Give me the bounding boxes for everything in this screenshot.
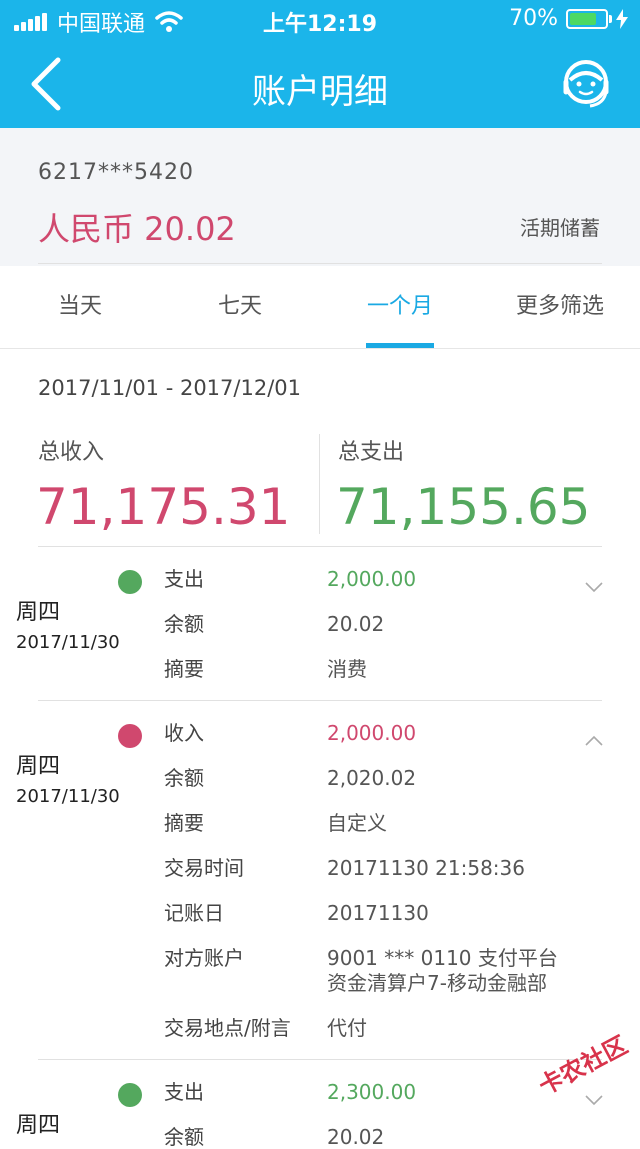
expense-dot-icon: [118, 1083, 142, 1107]
customer-service-icon[interactable]: [558, 56, 614, 112]
app-header: 中国联通 上午12:19 70% 账户明细: [0, 0, 640, 128]
chevron-down-icon[interactable]: [584, 1093, 604, 1107]
total-expense-value: 71,155.65: [336, 478, 591, 536]
chevron-up-icon[interactable]: [584, 734, 604, 748]
tab-seven-days[interactable]: 七天: [160, 266, 320, 348]
period-tabs: 当天 七天 一个月 更多筛选: [0, 266, 640, 349]
total-expense-label: 总支出: [338, 440, 405, 465]
divider: [319, 434, 320, 534]
total-income-label: 总收入: [38, 440, 105, 465]
chevron-down-icon[interactable]: [584, 580, 604, 594]
divider: [38, 1059, 602, 1060]
date-range: 2017/11/01 - 2017/12/01: [38, 376, 302, 400]
expense-dot-icon: [118, 570, 142, 594]
transaction-weekday: 周四: [16, 600, 61, 625]
page-title: 账户明细: [252, 72, 388, 112]
total-income-value: 71,175.31: [36, 478, 291, 536]
tab-today[interactable]: 当天: [0, 266, 160, 348]
account-type: 活期储蓄: [520, 216, 600, 240]
divider: [38, 546, 602, 547]
battery-percent: 70%: [509, 6, 558, 31]
active-tab-indicator: [366, 343, 434, 348]
battery-group: 70%: [509, 6, 628, 31]
tab-one-month[interactable]: 一个月: [320, 266, 480, 348]
status-bar: 中国联通 上午12:19 70%: [0, 0, 640, 40]
tab-more-filters[interactable]: 更多筛选: [480, 266, 640, 348]
battery-icon: [566, 8, 608, 29]
divider: [38, 700, 602, 701]
income-dot-icon: [118, 724, 142, 748]
divider: [38, 263, 602, 264]
transaction-date: 2017/11/30: [16, 786, 120, 807]
account-balance: 人民币 20.02: [38, 210, 236, 248]
charging-icon: [616, 8, 628, 29]
account-number: 6217***5420: [38, 160, 194, 185]
transaction-date: 2017/11/30: [16, 632, 120, 653]
transaction-weekday: 周四: [16, 1113, 61, 1138]
account-card: 6217***5420 人民币 20.02 活期储蓄: [0, 128, 640, 266]
transaction-weekday: 周四: [16, 754, 61, 779]
